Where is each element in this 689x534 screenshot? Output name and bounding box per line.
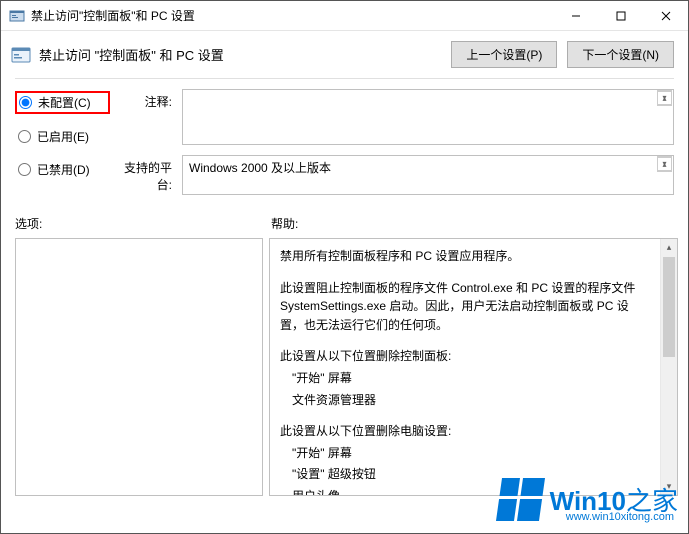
app-icon — [9, 8, 25, 24]
platform-label: 支持的平台: — [114, 145, 178, 195]
options-pane — [15, 238, 263, 496]
platform-spin[interactable]: ▴ ▾ — [657, 157, 672, 172]
platform-text: Windows 2000 及以上版本 — [189, 161, 331, 175]
help-text: "开始" 屏幕 — [280, 369, 649, 388]
platform-box: Windows 2000 及以上版本 ▴ ▾ — [182, 155, 674, 195]
radio-enabled-label: 已启用(E) — [37, 128, 89, 145]
help-text: "设置" 超级按钮 — [280, 465, 649, 484]
options-label: 选项: — [15, 215, 271, 232]
radio-not-configured[interactable]: 未配置(C) — [15, 91, 110, 114]
radio-disabled-label: 已禁用(D) — [37, 161, 90, 178]
lower-panes: 禁用所有控制面板程序和 PC 设置应用程序。 此设置阻止控制面板的程序文件 Co… — [1, 232, 688, 510]
radio-enabled-input[interactable] — [18, 130, 31, 143]
header: 禁止访问 "控制面板" 和 PC 设置 上一个设置(P) 下一个设置(N) — [1, 31, 688, 76]
maximize-button[interactable] — [598, 1, 643, 30]
help-text: "开始" 屏幕 — [280, 444, 649, 463]
scroll-down-icon[interactable]: ▾ — [661, 478, 677, 495]
help-text: 用户头像 — [280, 487, 649, 496]
close-button[interactable] — [643, 1, 688, 30]
radio-not-configured-label: 未配置(C) — [38, 94, 91, 111]
comment-label: 注释: — [114, 89, 178, 145]
help-text: 此设置从以下位置删除控制面板: — [280, 347, 649, 366]
policy-title: 禁止访问 "控制面板" 和 PC 设置 — [39, 45, 224, 64]
help-text: 禁用所有控制面板程序和 PC 设置应用程序。 — [280, 247, 649, 266]
radio-disabled-input[interactable] — [18, 163, 31, 176]
minimize-button[interactable] — [553, 1, 598, 30]
help-pane: 禁用所有控制面板程序和 PC 设置应用程序。 此设置阻止控制面板的程序文件 Co… — [269, 238, 678, 496]
window-controls — [553, 1, 688, 30]
prev-setting-button[interactable]: 上一个设置(P) — [451, 41, 557, 68]
help-text: 此设置从以下位置删除电脑设置: — [280, 422, 649, 441]
help-scrollbar[interactable]: ▴ ▾ — [660, 239, 677, 495]
scroll-up-icon[interactable]: ▴ — [661, 239, 677, 256]
window-title: 禁止访问"控制面板"和 PC 设置 — [31, 7, 195, 24]
watermark-url: www.win10xitong.com — [566, 511, 674, 523]
titlebar: 禁止访问"控制面板"和 PC 设置 — [1, 1, 688, 31]
next-setting-button[interactable]: 下一个设置(N) — [567, 41, 674, 68]
comment-spin[interactable]: ▴ ▾ — [657, 91, 672, 106]
divider — [15, 78, 674, 79]
spin-down-icon[interactable]: ▾ — [657, 90, 672, 105]
section-labels: 选项: 帮助: — [1, 215, 688, 232]
radio-not-configured-input[interactable] — [19, 96, 32, 109]
scroll-thumb[interactable] — [663, 257, 675, 357]
help-text: 文件资源管理器 — [280, 391, 649, 410]
radio-disabled[interactable]: 已禁用(D) — [15, 159, 110, 180]
radio-enabled[interactable]: 已启用(E) — [15, 126, 110, 147]
help-text: 此设置阻止控制面板的程序文件 Control.exe 和 PC 设置的程序文件 … — [280, 279, 649, 335]
config-area: 未配置(C) 已启用(E) 已禁用(D) 注释: ▴ ▾ 支持的平台: Wind… — [1, 89, 688, 195]
spin-down-icon[interactable]: ▾ — [657, 156, 672, 171]
scroll-track[interactable] — [661, 358, 677, 478]
spin-up-icon[interactable]: ▴ — [657, 91, 672, 106]
help-label: 帮助: — [271, 215, 298, 232]
comment-textarea[interactable]: ▴ ▾ — [182, 89, 674, 145]
policy-icon — [11, 45, 31, 65]
